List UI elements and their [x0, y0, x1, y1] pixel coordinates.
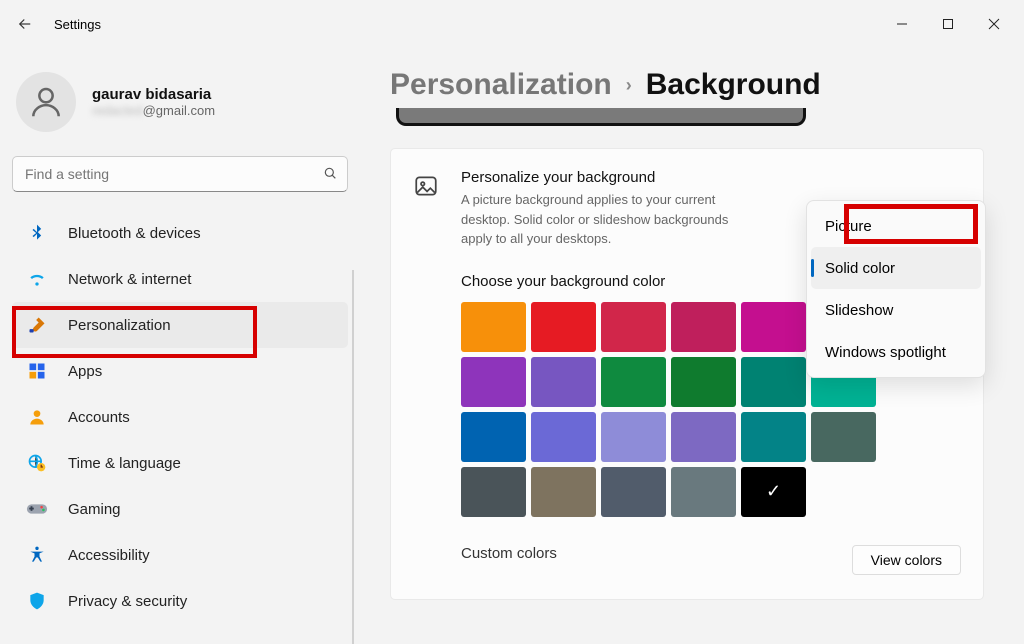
sidebar-item-network-internet[interactable]: Network & internet — [12, 256, 348, 302]
sidebar-item-accessibility[interactable]: Accessibility — [12, 532, 348, 578]
background-type-dropdown[interactable]: PictureSolid colorSlideshowWindows spotl… — [806, 200, 986, 378]
color-swatch[interactable] — [671, 467, 736, 517]
dropdown-option-picture[interactable]: Picture — [811, 205, 981, 247]
dropdown-option-windows-spotlight[interactable]: Windows spotlight — [811, 331, 981, 373]
gamepad-icon — [26, 498, 48, 520]
color-swatch[interactable] — [601, 467, 666, 517]
sidebar-item-privacy-security[interactable]: Privacy & security — [12, 578, 348, 624]
color-swatch[interactable] — [531, 412, 596, 462]
sidebar-item-label: Gaming — [68, 501, 121, 518]
color-swatch[interactable] — [671, 302, 736, 352]
color-swatch[interactable] — [461, 357, 526, 407]
breadcrumb-current: Background — [646, 68, 821, 102]
minimize-button[interactable] — [896, 18, 908, 30]
color-swatch[interactable] — [671, 357, 736, 407]
color-swatch[interactable] — [601, 302, 666, 352]
color-swatch[interactable] — [601, 412, 666, 462]
panel-desc: A picture background applies to your cur… — [461, 190, 761, 249]
sidebar-item-accounts[interactable]: Accounts — [12, 394, 348, 440]
globe-clock-icon — [26, 452, 48, 474]
sidebar-item-bluetooth-devices[interactable]: Bluetooth & devices — [12, 210, 348, 256]
scrollbar[interactable] — [352, 270, 354, 644]
color-swatch[interactable] — [531, 357, 596, 407]
color-swatch[interactable] — [461, 302, 526, 352]
sidebar-item-label: Apps — [68, 363, 102, 380]
person-icon — [27, 83, 65, 121]
search-input[interactable] — [12, 156, 348, 192]
color-swatch[interactable] — [461, 412, 526, 462]
back-button[interactable] — [10, 15, 40, 33]
dropdown-option-solid-color[interactable]: Solid color — [811, 247, 981, 289]
window-title: Settings — [54, 17, 101, 32]
arrow-left-icon — [16, 15, 34, 33]
color-swatch[interactable] — [531, 467, 596, 517]
sidebar-item-label: Personalization — [68, 317, 171, 334]
sidebar-item-label: Privacy & security — [68, 593, 187, 610]
sidebar-item-personalization[interactable]: Personalization — [12, 302, 348, 348]
sidebar-item-label: Network & internet — [68, 271, 191, 288]
view-colors-button[interactable]: View colors — [852, 545, 961, 575]
shield-icon — [26, 590, 48, 612]
avatar — [16, 72, 76, 132]
profile-name: gaurav bidasaria — [92, 86, 215, 103]
color-swatch[interactable] — [671, 412, 736, 462]
search-icon — [322, 165, 338, 186]
maximize-button[interactable] — [942, 18, 954, 30]
dropdown-option-slideshow[interactable]: Slideshow — [811, 289, 981, 331]
desktop-preview — [396, 108, 806, 126]
sidebar-item-label: Accessibility — [68, 547, 150, 564]
apps-icon — [26, 360, 48, 382]
sidebar-item-label: Time & language — [68, 455, 181, 472]
color-swatch[interactable] — [741, 357, 806, 407]
wifi-icon — [26, 268, 48, 290]
breadcrumb: Personalization › Background — [390, 68, 984, 102]
sidebar-item-apps[interactable]: Apps — [12, 348, 348, 394]
color-swatch[interactable] — [531, 302, 596, 352]
close-button[interactable] — [988, 18, 1000, 30]
color-swatch[interactable] — [741, 467, 806, 517]
sidebar-item-time-language[interactable]: Time & language — [12, 440, 348, 486]
chevron-right-icon: › — [626, 75, 632, 96]
breadcrumb-parent[interactable]: Personalization — [390, 68, 612, 102]
bluetooth-icon — [26, 222, 48, 244]
color-swatch[interactable] — [741, 302, 806, 352]
panel-title: Personalize your background — [461, 169, 761, 186]
sidebar-item-label: Bluetooth & devices — [68, 225, 201, 242]
account-icon — [26, 406, 48, 428]
color-swatch[interactable] — [811, 412, 876, 462]
sidebar-item-label: Accounts — [68, 409, 130, 426]
color-swatch[interactable] — [741, 412, 806, 462]
profile-block[interactable]: gaurav bidasaria redacted@gmail.com — [12, 60, 348, 156]
picture-icon — [413, 173, 439, 199]
accessibility-icon — [26, 544, 48, 566]
color-swatch[interactable] — [601, 357, 666, 407]
color-swatch[interactable] — [461, 467, 526, 517]
paintbrush-icon — [26, 314, 48, 336]
profile-email: redacted@gmail.com — [92, 103, 215, 118]
sidebar-item-gaming[interactable]: Gaming — [12, 486, 348, 532]
custom-colors-label: Custom colors — [461, 545, 557, 575]
